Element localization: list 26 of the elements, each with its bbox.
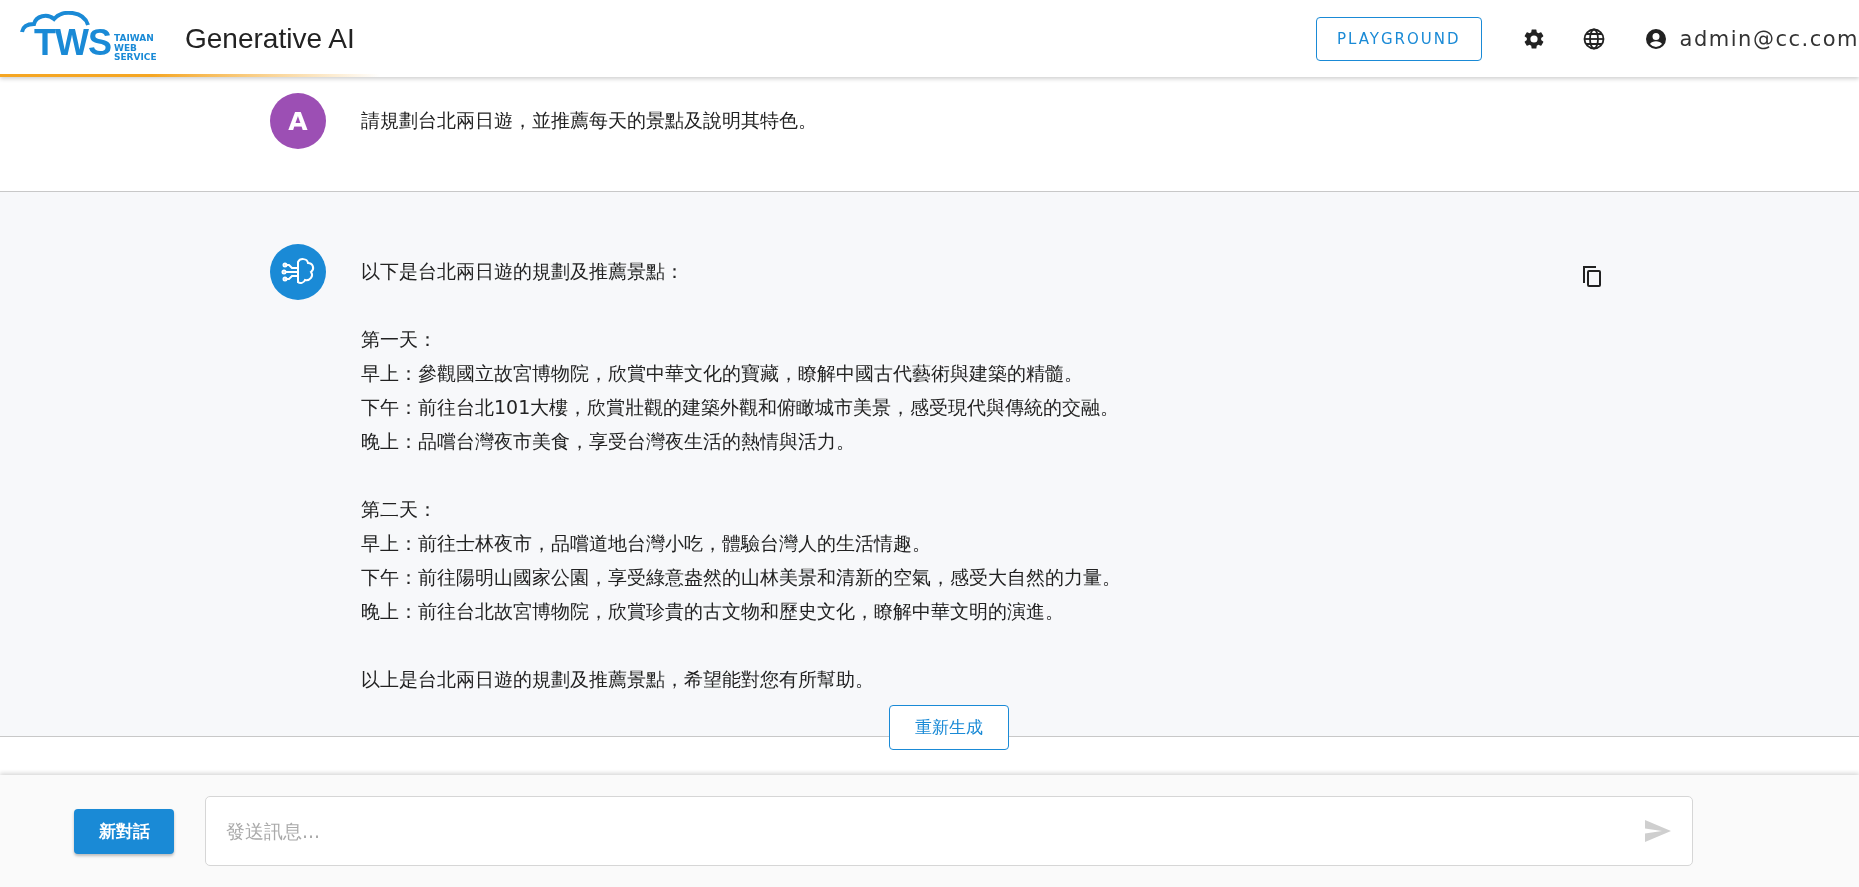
message-line: 第一天： — [361, 327, 438, 352]
message-line: 晚上：品嚐台灣夜市美食，享受台灣夜生活的熱情與活力。 — [361, 429, 856, 454]
user-avatar: A — [270, 93, 326, 149]
account-icon[interactable] — [1643, 26, 1668, 51]
globe-icon[interactable] — [1581, 26, 1606, 51]
message-line: 早上：前往士林夜市，品嚐道地台灣小吃，體驗台灣人的生活情趣。 — [361, 531, 932, 556]
message-input[interactable]: 發送訊息... — [205, 796, 1693, 866]
logo-tagline: WEB — [114, 43, 138, 53]
logo-text: TWS — [34, 24, 111, 61]
message-line: 早上：參觀國立故宮博物院，欣賞中華文化的寶藏，瞭解中國古代藝術與建築的精髓。 — [361, 361, 1084, 386]
message-line: 以上是台北兩日遊的規劃及推薦景點，希望能對您有所幫助。 — [361, 667, 875, 692]
message-line: 下午：前往台北101大樓，欣賞壯觀的建築外觀和俯瞰城市美景，感受現代與傳統的交融。 — [361, 395, 1121, 420]
message-line: 第二天： — [361, 497, 438, 522]
message-line: 晚上：前往台北故宮博物院，欣賞珍貴的古文物和歷史文化，瞭解中華文明的演進。 — [361, 599, 1065, 624]
new-chat-button[interactable]: 新對話 — [74, 808, 174, 854]
logo-tagline: TAIWAN — [114, 34, 155, 44]
ai-brain-icon — [270, 244, 326, 300]
copy-icon[interactable] — [1581, 264, 1603, 288]
message-line: 下午：前往陽明山國家公園，享受綠意盎然的山林美景和清新的空氣，感受大自然的力量。 — [361, 565, 1122, 590]
logo-tagline: SERVICE — [114, 53, 157, 63]
regenerate-button[interactable]: 重新生成 — [889, 705, 1009, 750]
app-title: Generative AI — [185, 22, 355, 55]
playground-button[interactable]: PLAYGROUND — [1315, 16, 1482, 61]
user-email: admin@cc.com — [1679, 26, 1859, 51]
message-line: 請規劃台北兩日遊，並推薦每天的景點及說明其特色。 — [361, 108, 818, 133]
message-line: 以下是台北兩日遊的規劃及推薦景點： — [361, 259, 685, 284]
